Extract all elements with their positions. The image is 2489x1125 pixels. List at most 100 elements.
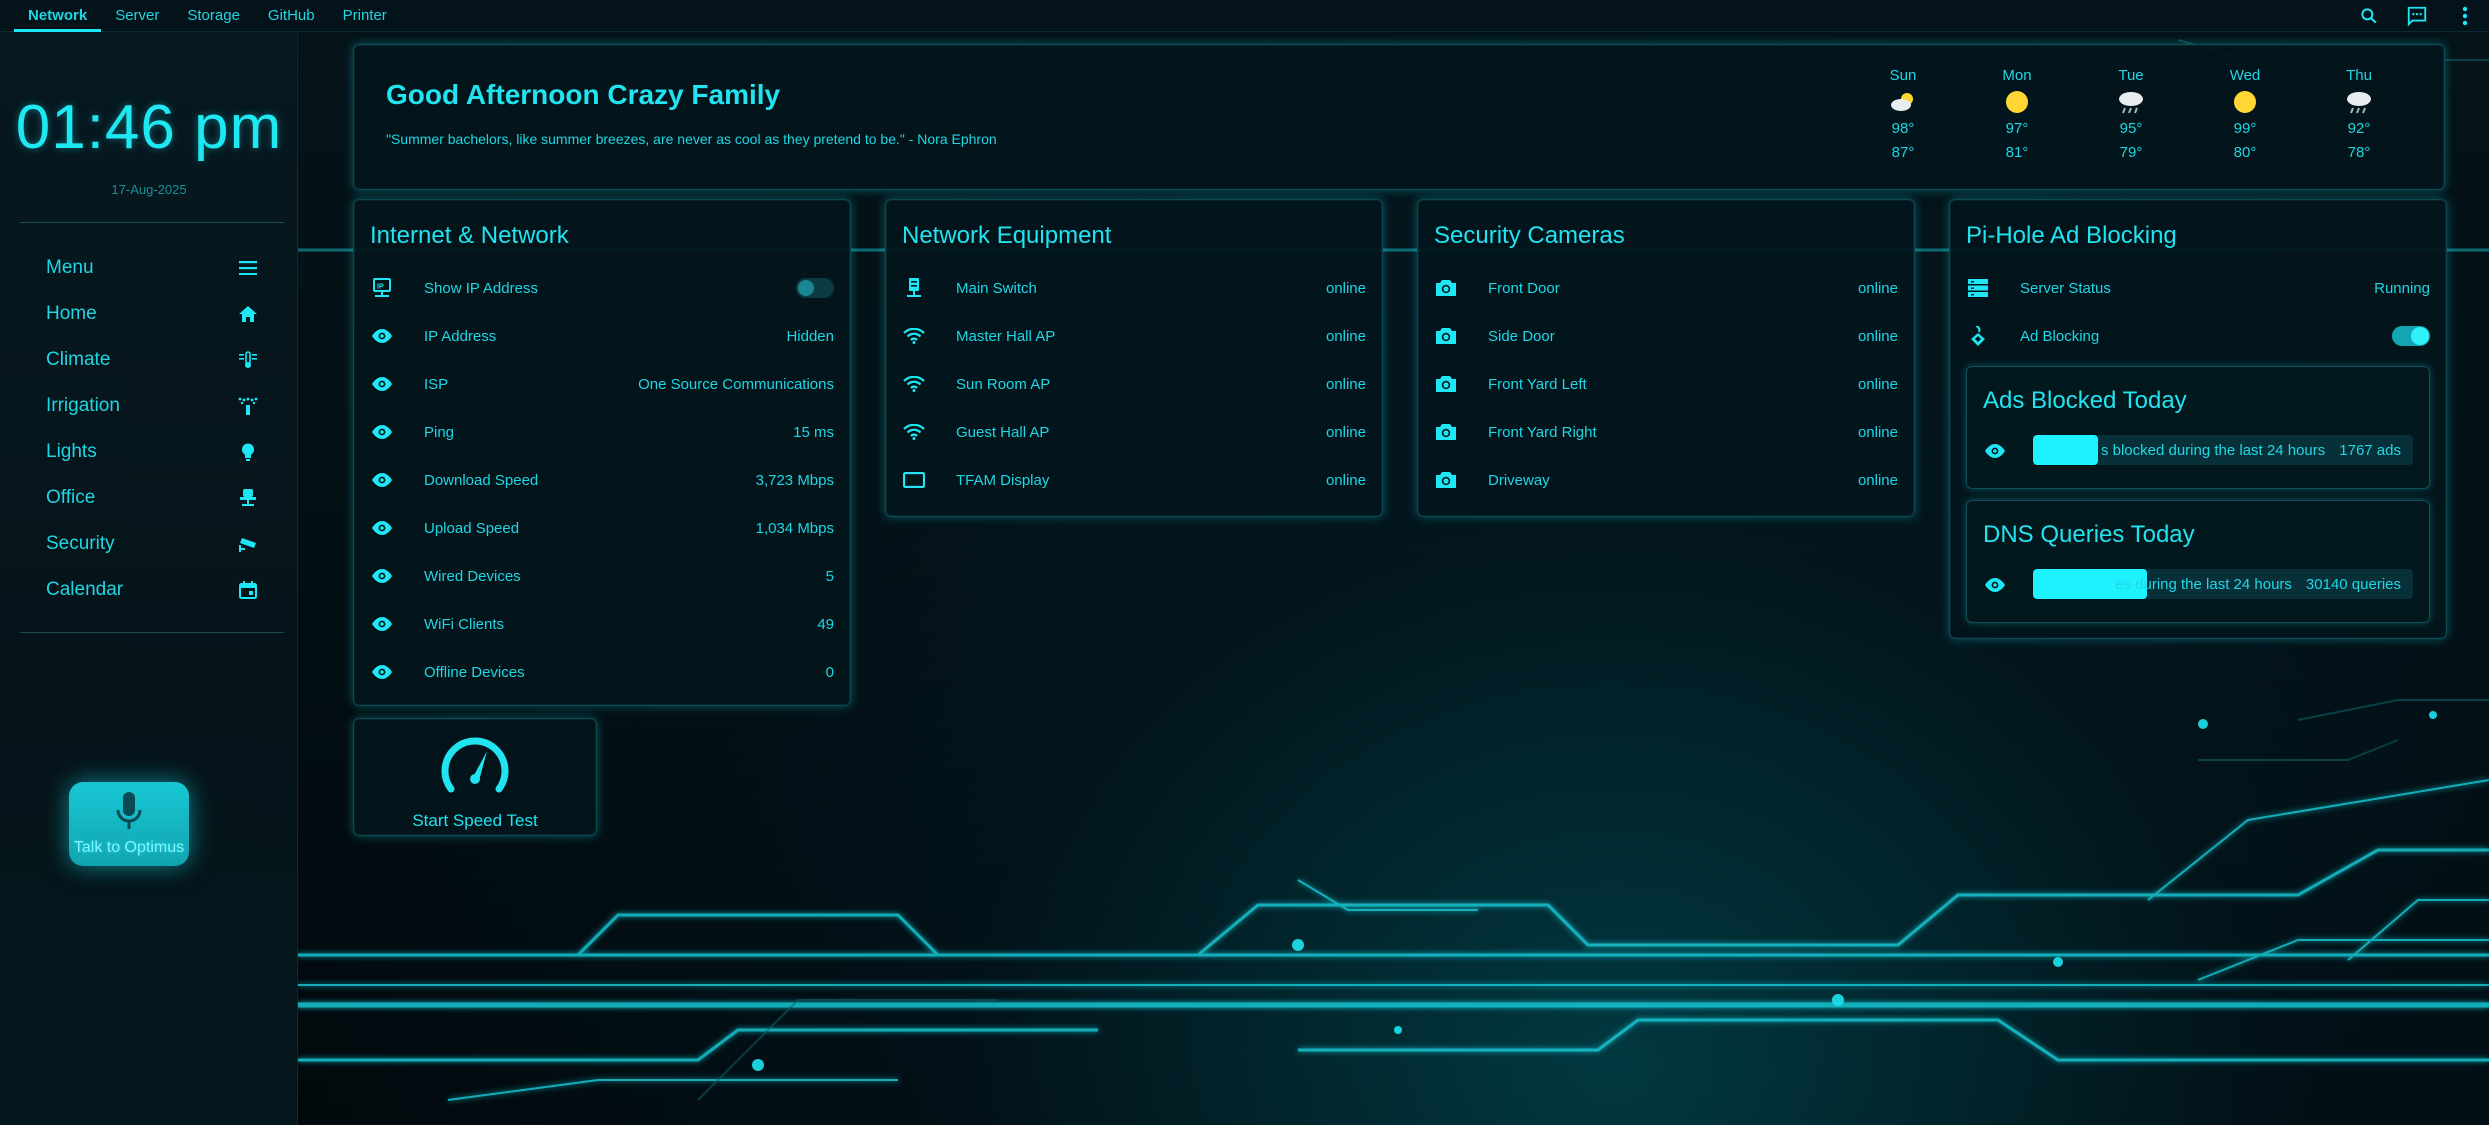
forecast-high: 97° — [2005, 120, 2029, 137]
row-value: 0 — [825, 663, 834, 681]
eye-icon[interactable] — [1983, 439, 2007, 463]
sunny-icon — [2210, 84, 2280, 120]
sidebar-item-irrigation[interactable]: Irrigation — [20, 383, 284, 429]
row-label: Server Status — [2020, 279, 2111, 297]
row-label: IP Address — [424, 327, 497, 345]
card-title: Internet & Network — [370, 222, 569, 249]
server-status-value: Running — [2374, 279, 2430, 297]
wifi-icon — [902, 372, 926, 396]
row-label: Show IP Address — [424, 279, 538, 297]
row-value: 15 ms — [793, 423, 834, 441]
row-label: Upload Speed — [424, 519, 520, 537]
status-value: online — [1857, 375, 1898, 393]
list-item: Front Yard Left online — [1434, 360, 1898, 408]
forecast-day-label: Tue — [2118, 67, 2144, 84]
list-item: Front Yard Right online — [1434, 408, 1898, 456]
divider — [20, 632, 284, 633]
sidebar-item-label: Home — [46, 303, 97, 324]
eye-icon — [370, 516, 394, 540]
list-item: Sun Room AP online — [902, 360, 1366, 408]
forecast-day: Thu 92° 78° — [2324, 67, 2394, 161]
more-vertical-icon[interactable] — [2441, 0, 2489, 32]
sidebar-item-home[interactable]: Home — [20, 291, 284, 337]
list-item: Offline Devices 0 — [370, 648, 834, 696]
sidebar-item-label: Security — [46, 533, 115, 554]
sidebar-item-office[interactable]: Office — [20, 475, 284, 521]
card-title: Pi-Hole Ad Blocking — [1966, 222, 2177, 249]
row-label: Front Yard Left — [1488, 375, 1587, 393]
card-title: Network Equipment — [902, 222, 1112, 249]
sidebar-item-lights[interactable]: Lights — [20, 429, 284, 475]
tab-printer[interactable]: Printer — [329, 0, 401, 32]
svg-text:IP: IP — [377, 284, 384, 291]
server-icon — [1966, 276, 1990, 300]
dns-queries-bar: es during the last 24 hours 30140 queries — [2033, 569, 2413, 599]
list-item: TFAM Display online — [902, 456, 1366, 504]
tab-server[interactable]: Server — [101, 0, 173, 32]
talk-to-optimus-button[interactable]: Talk to Optimus — [69, 782, 189, 866]
tablet-icon — [902, 468, 926, 492]
forecast-low: 80° — [2233, 144, 2257, 161]
sidebar-item-menu[interactable]: Menu — [20, 245, 284, 291]
forecast-low: 79° — [2119, 144, 2143, 161]
forecast-day: Tue 95° 79° — [2096, 67, 2166, 161]
ad-blocking-toggle[interactable] — [2392, 326, 2430, 346]
network-equipment-card: Network Equipment Main Switch online Mas… — [885, 199, 1383, 517]
status-value: online — [1325, 327, 1366, 345]
list-item: WiFi Clients 49 — [370, 600, 834, 648]
eye-icon — [370, 468, 394, 492]
start-speed-test-button[interactable]: Start Speed Test — [353, 718, 597, 836]
tab-network[interactable]: Network — [14, 0, 102, 32]
sidebar-item-security[interactable]: Security — [20, 521, 284, 567]
forecast-day: Wed 99° 80° — [2210, 67, 2280, 161]
sprinkler-icon — [238, 396, 258, 416]
camera-icon — [1434, 420, 1458, 444]
list-item: Front Door online — [1434, 264, 1898, 312]
ads-blocked-bar-text: s blocked during the last 24 hours 1767 a… — [2033, 435, 2413, 465]
eye-icon — [370, 324, 394, 348]
status-value: online — [1857, 423, 1898, 441]
row-label: Master Hall AP — [956, 327, 1056, 345]
forecast-day: Sun 98° 87° — [1868, 67, 1938, 161]
list-item: Download Speed 3,723 Mbps — [370, 456, 834, 504]
tab-github[interactable]: GitHub — [254, 0, 329, 32]
calendar-icon — [238, 580, 258, 600]
forecast-low: 78° — [2347, 144, 2371, 161]
chat-icon[interactable] — [2393, 0, 2441, 32]
dns-queries-bar-text: es during the last 24 hours 30140 queries — [2033, 569, 2413, 599]
ads-blocked-value: 1767 ads — [2339, 441, 2401, 459]
status-value: online — [1325, 423, 1366, 441]
internet-network-card: Internet & Network IP Show IP Address IP… — [353, 199, 851, 706]
eye-icon — [370, 612, 394, 636]
forecast-low: 81° — [2005, 144, 2029, 161]
tab-storage[interactable]: Storage — [173, 0, 254, 32]
search-icon[interactable] — [2345, 0, 2393, 32]
eye-icon[interactable] — [1983, 573, 2007, 597]
sidebar-item-climate[interactable]: Climate — [20, 337, 284, 383]
status-value: online — [1857, 279, 1898, 297]
speedometer-icon — [354, 733, 596, 797]
list-item: Wired Devices 5 — [370, 552, 834, 600]
row-label: Front Yard Right — [1488, 423, 1597, 441]
sunny-icon — [1982, 84, 2052, 120]
sidebar-item-calendar[interactable]: Calendar — [20, 567, 284, 613]
row-label: Side Door — [1488, 327, 1555, 345]
office-chair-icon — [238, 488, 258, 508]
show-ip-toggle[interactable] — [796, 278, 834, 298]
row-label: Sun Room AP — [956, 375, 1051, 393]
cctv-icon — [238, 534, 258, 554]
row-label: Driveway — [1488, 471, 1550, 489]
list-item: Guest Hall AP online — [902, 408, 1366, 456]
eye-icon — [370, 372, 394, 396]
row-label: Main Switch — [956, 279, 1037, 297]
forecast-high: 92° — [2347, 120, 2371, 137]
row-label: Ping — [424, 423, 455, 441]
security-cameras-card: Security Cameras Front Door online Side … — [1417, 199, 1915, 517]
sidebar-item-label: Office — [46, 487, 96, 508]
forecast-high: 99° — [2233, 120, 2257, 137]
list-item: Driveway online — [1434, 456, 1898, 504]
talk-button-label: Talk to Optimus — [73, 838, 185, 856]
pihole-logo-icon — [1966, 324, 1990, 348]
forecast-day-label: Wed — [2229, 67, 2261, 84]
eye-icon — [370, 420, 394, 444]
